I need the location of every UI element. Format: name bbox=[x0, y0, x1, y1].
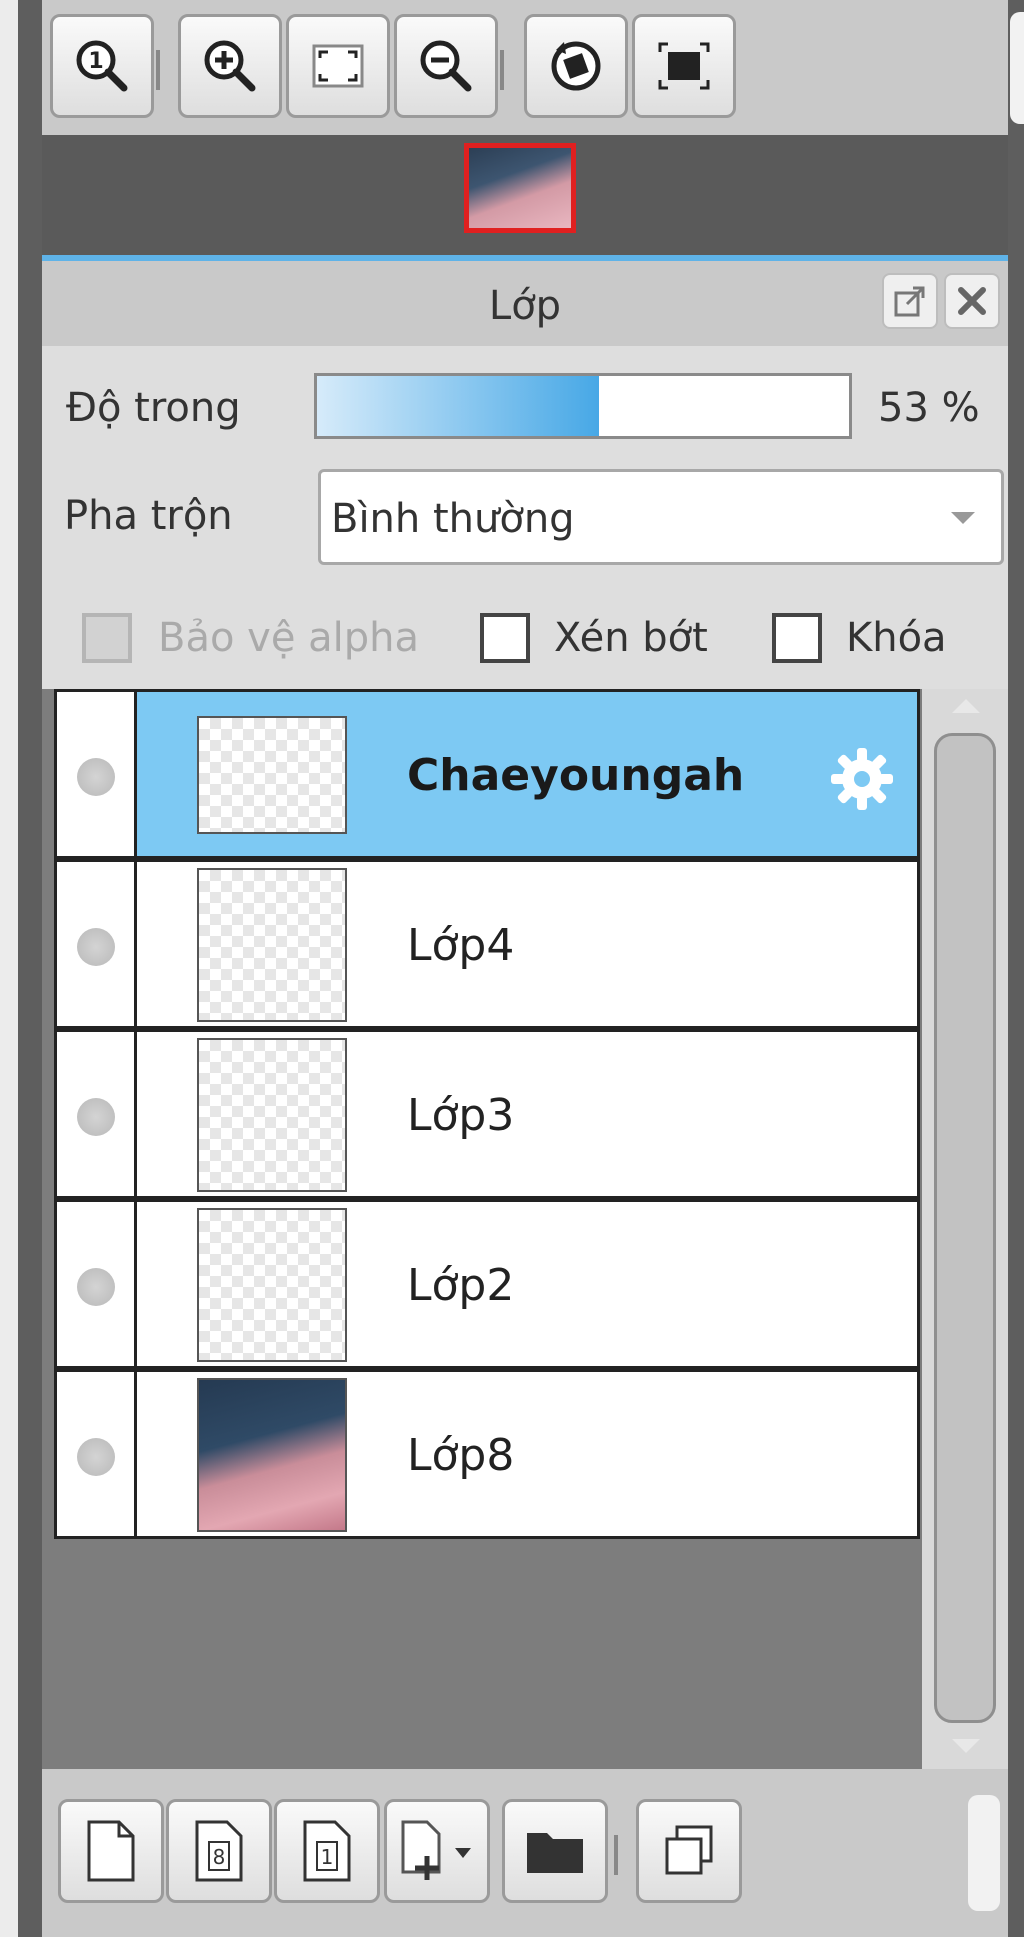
clipping-checkbox[interactable] bbox=[480, 613, 530, 663]
layer-row-chaeyoungah[interactable]: Chaeyoungah bbox=[54, 689, 920, 859]
navigator-thumbnail[interactable] bbox=[464, 143, 576, 233]
visibility-dot-icon bbox=[77, 1098, 115, 1136]
layer-row-lop4[interactable]: Lớp4 bbox=[54, 859, 920, 1029]
new-folder-button[interactable] bbox=[502, 1799, 608, 1903]
layer-name: Lớp4 bbox=[407, 920, 515, 971]
blend-mode-select[interactable]: Bình thường bbox=[318, 469, 1004, 565]
fit-canvas-button[interactable] bbox=[632, 14, 736, 118]
layer-thumbnail bbox=[197, 1378, 347, 1532]
scrollbar-thumb[interactable] bbox=[934, 733, 996, 1723]
duplicate-layer-button[interactable] bbox=[636, 1799, 742, 1903]
duplicate-layer-icon bbox=[665, 1825, 713, 1875]
fit-to-window-button[interactable] bbox=[286, 14, 390, 118]
blend-mode-value: Bình thường bbox=[331, 496, 575, 542]
visibility-dot-icon bbox=[77, 928, 115, 966]
detach-icon bbox=[894, 286, 925, 317]
layer-name: Chaeyoungah bbox=[407, 750, 745, 801]
protect-alpha-checkbox[interactable] bbox=[82, 613, 132, 663]
opacity-value: 53 % bbox=[878, 385, 980, 431]
navigator-strip bbox=[42, 135, 1008, 255]
layer-thumbnail bbox=[197, 716, 347, 834]
rotate-button[interactable] bbox=[524, 14, 628, 118]
add-layer-dropdown-icon bbox=[401, 1820, 471, 1880]
new-folder-icon bbox=[527, 1833, 583, 1873]
svg-text:1: 1 bbox=[321, 1845, 334, 1869]
clipping-label: Xén bớt bbox=[554, 615, 708, 661]
zoom-actual-size-button[interactable]: 1 bbox=[50, 14, 154, 118]
new-layer-icon bbox=[87, 1820, 135, 1882]
layer-thumbnail bbox=[197, 1038, 347, 1192]
zoom-out-icon bbox=[420, 40, 472, 92]
opacity-label: Độ trong bbox=[66, 385, 241, 431]
view-toolbar: 1 bbox=[42, 0, 1024, 135]
layer-visibility-toggle[interactable] bbox=[57, 1202, 137, 1366]
layer-row-lop8[interactable]: Lớp8 bbox=[54, 1369, 920, 1539]
zoom-in-button[interactable] bbox=[178, 14, 282, 118]
visibility-dot-icon bbox=[77, 1268, 115, 1306]
close-icon bbox=[958, 287, 986, 315]
layer-list-scrollbar[interactable] bbox=[922, 689, 1008, 1769]
new-1bit-layer-icon: 1 bbox=[303, 1820, 351, 1882]
layer-visibility-toggle[interactable] bbox=[57, 862, 137, 1026]
chevron-down-icon bbox=[951, 512, 975, 524]
close-panel-button[interactable] bbox=[944, 273, 1000, 329]
new-1bit-layer-button[interactable]: 1 bbox=[274, 1799, 380, 1903]
opacity-slider[interactable] bbox=[314, 373, 852, 439]
layer-actions-toolbar: 8 1 bbox=[42, 1769, 1008, 1937]
zoom-out-button[interactable] bbox=[394, 14, 498, 118]
toolbar-separator bbox=[156, 50, 160, 90]
layer-visibility-toggle[interactable] bbox=[57, 692, 137, 856]
new-layer-button[interactable] bbox=[58, 1799, 164, 1903]
fit-canvas-icon bbox=[658, 42, 710, 90]
lock-label: Khóa bbox=[846, 615, 947, 661]
visibility-dot-icon bbox=[77, 758, 115, 796]
layer-name: Lớp2 bbox=[407, 1260, 515, 1311]
lock-checkbox[interactable] bbox=[772, 613, 822, 663]
toolbar-scrollbar[interactable] bbox=[968, 1795, 1000, 1911]
layer-row-lop3[interactable]: Lớp3 bbox=[54, 1029, 920, 1199]
layer-name: Lớp8 bbox=[407, 1430, 515, 1481]
blend-mode-label: Pha trộn bbox=[64, 493, 233, 539]
opacity-slider-fill bbox=[317, 376, 599, 436]
layer-visibility-toggle[interactable] bbox=[57, 1032, 137, 1196]
detach-panel-button[interactable] bbox=[882, 273, 938, 329]
layer-thumbnail bbox=[197, 868, 347, 1022]
panel-title: Lớp bbox=[488, 283, 562, 329]
scroll-down-arrow-icon[interactable] bbox=[952, 1739, 980, 1753]
layer-name: Lớp3 bbox=[407, 1090, 515, 1141]
zoom-in-icon bbox=[204, 40, 256, 92]
svg-text:8: 8 bbox=[213, 1845, 226, 1869]
visibility-dot-icon bbox=[77, 1438, 115, 1476]
layer-list: Chaeyoungah Lớp4 Lớp3 Lớp2 Lớp8 bbox=[42, 689, 922, 1769]
right-edge bbox=[1008, 0, 1024, 1937]
fit-to-window-icon bbox=[312, 44, 364, 88]
layer-row-lop2[interactable]: Lớp2 bbox=[54, 1199, 920, 1369]
svg-text:1: 1 bbox=[88, 49, 103, 74]
left-edge bbox=[0, 0, 42, 1937]
layer-panel: Lớp Độ trong 53 % Pha trộn Bình thường B… bbox=[42, 261, 1008, 1937]
scroll-up-arrow-icon[interactable] bbox=[952, 699, 980, 713]
toolbar-scrollbar[interactable] bbox=[1010, 12, 1024, 124]
gear-icon[interactable] bbox=[827, 744, 897, 814]
new-8bit-layer-icon: 8 bbox=[195, 1820, 243, 1882]
protect-alpha-label: Bảo vệ alpha bbox=[158, 615, 420, 661]
zoom-actual-size-icon: 1 bbox=[76, 40, 128, 92]
new-8bit-layer-button[interactable]: 8 bbox=[166, 1799, 272, 1903]
toolbar-separator bbox=[500, 50, 504, 90]
layer-visibility-toggle[interactable] bbox=[57, 1372, 137, 1536]
toolbar-separator bbox=[614, 1835, 618, 1875]
rotate-icon bbox=[551, 41, 601, 91]
layer-thumbnail bbox=[197, 1208, 347, 1362]
panel-header: Lớp bbox=[42, 261, 1008, 346]
add-layer-dropdown-button[interactable] bbox=[384, 1799, 490, 1903]
